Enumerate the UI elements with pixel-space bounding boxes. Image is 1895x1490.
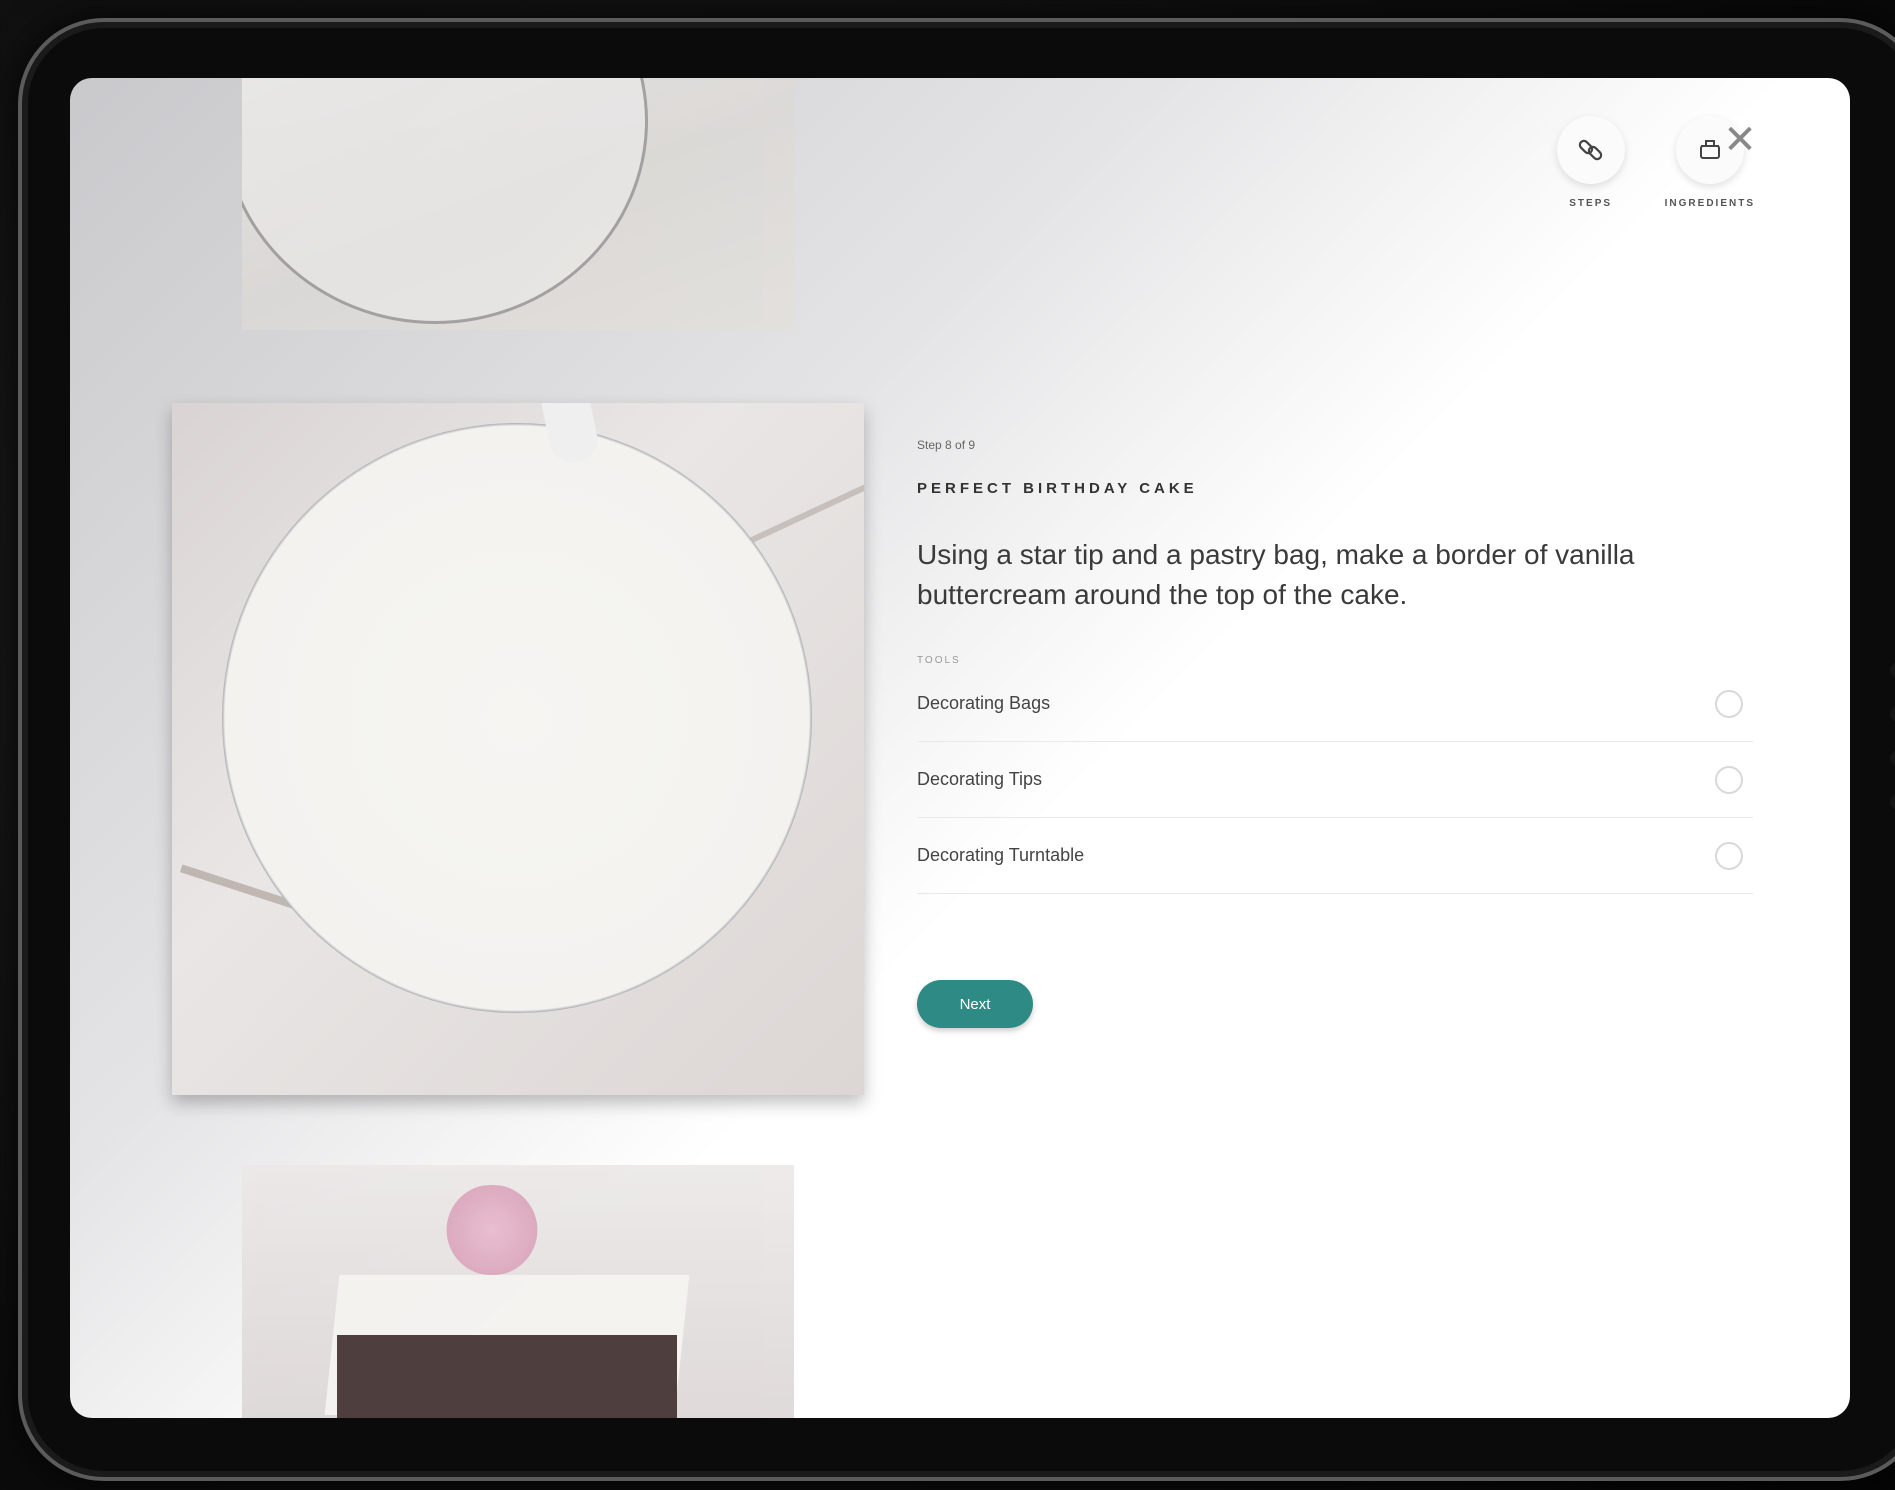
current-step-photo: [172, 403, 864, 1095]
step-panel: Step 8 of 9 PERFECT BIRTHDAY CAKE Using …: [917, 438, 1753, 1028]
step-counter: Step 8 of 9: [917, 438, 976, 452]
step-instruction: Using a star tip and a pastry bag, make …: [917, 539, 1635, 610]
device-side-buttons: [1890, 662, 1895, 838]
sugar-rose-shape: [432, 1185, 552, 1275]
next-button[interactable]: Next: [917, 980, 1033, 1028]
steps-label: STEPS: [1569, 198, 1613, 209]
steps-button[interactable]: STEPS: [1556, 116, 1625, 209]
tool-item-decorating-tips[interactable]: Decorating Tips: [917, 742, 1753, 818]
tool-checkbox[interactable]: [1715, 841, 1743, 870]
tool-checkbox[interactable]: [1715, 689, 1743, 718]
tool-item-label: Decorating Tips: [917, 769, 1043, 789]
tool-item-decorating-bags[interactable]: Decorating Bags: [917, 666, 1753, 742]
previous-step-photo[interactable]: [242, 78, 794, 330]
ingredients-label: INGREDIENTS: [1664, 198, 1755, 209]
tool-checkbox[interactable]: [1715, 765, 1743, 794]
recipe-title: PERFECT BIRTHDAY CAKE: [917, 480, 1198, 497]
bowl-shape: [242, 78, 648, 324]
link-icon: [1556, 116, 1625, 184]
tool-item-decorating-turntable[interactable]: Decorating Turntable: [917, 818, 1753, 894]
tool-item-label: Decorating Turntable: [917, 845, 1085, 865]
next-step-photo[interactable]: [242, 1165, 794, 1418]
tool-item-label: Decorating Bags: [917, 693, 1051, 713]
cake-ring-shape: [222, 423, 812, 1013]
tools-heading: TOOLS: [917, 655, 961, 666]
app-screen: STEPS INGREDIENTS ✕ Step 8 of 9 PERFECT …: [70, 78, 1850, 1418]
close-icon[interactable]: ✕: [1720, 120, 1760, 160]
